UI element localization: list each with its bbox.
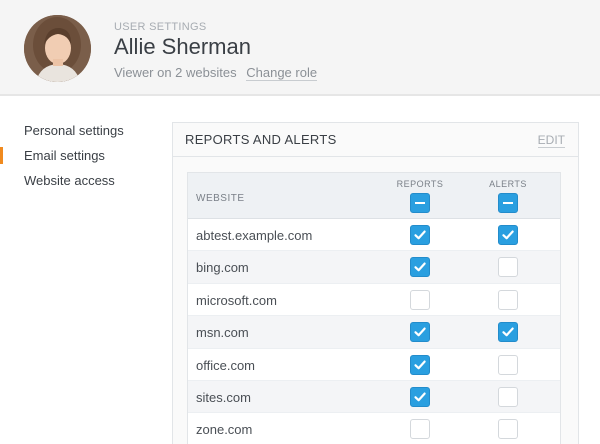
checkmark-icon — [414, 360, 426, 369]
table-row: zone.com — [188, 413, 560, 444]
website-name: sites.com — [196, 389, 251, 405]
alerts-checkbox[interactable] — [498, 289, 518, 310]
sidebar-item-website-access[interactable]: Website access — [0, 168, 160, 193]
table-row: microsoft.com — [188, 284, 560, 317]
reports-checkbox[interactable] — [410, 354, 430, 375]
alerts-checkbox[interactable] — [498, 322, 518, 343]
website-name: abtest.example.com — [196, 228, 313, 243]
user-name: Allie Sherman — [114, 34, 251, 59]
reports-checkbox[interactable] — [410, 322, 430, 343]
checkmark-icon — [502, 327, 514, 337]
website-name: microsoft.com — [196, 292, 277, 308]
table-row: bing.com — [188, 251, 560, 284]
alerts-checkbox[interactable] — [498, 354, 518, 375]
table-body: abtest.example.com bing.com microsoft.com m… — [188, 219, 560, 444]
change-role-link[interactable]: Change role — [246, 65, 318, 81]
website-name: office.com — [196, 357, 256, 373]
website-name: zone.com — [196, 422, 253, 438]
reports-checkbox[interactable] — [410, 225, 430, 245]
select-all-alerts-checkbox[interactable] — [498, 193, 518, 213]
alerts-checkbox[interactable] — [498, 419, 518, 440]
user-role-text: Viewer on 2 websites — [114, 65, 237, 80]
table-row: msn.com — [188, 316, 560, 349]
checkmark-icon — [414, 327, 426, 337]
reports-checkbox[interactable] — [410, 289, 430, 310]
avatar — [24, 15, 91, 82]
website-name: bing.com — [196, 260, 249, 276]
user-header: USER SETTINGS Allie Sherman Viewer on 2 … — [0, 0, 600, 96]
edit-button[interactable]: EDIT — [537, 133, 565, 148]
select-all-reports-checkbox[interactable] — [410, 193, 430, 213]
alerts-checkbox[interactable] — [498, 386, 518, 407]
column-header-reports: REPORTS — [396, 179, 444, 189]
user-settings-eyebrow: USER SETTINGS — [114, 21, 207, 33]
table-row: abtest.example.com — [188, 219, 560, 252]
checkmark-icon — [502, 230, 514, 240]
alerts-checkbox[interactable] — [498, 225, 518, 245]
avatar-photo-icon — [24, 15, 91, 82]
table-row: sites.com — [188, 380, 560, 414]
checkmark-icon — [414, 230, 426, 240]
sidebar-item-personal-settings[interactable]: Personal settings — [0, 118, 160, 143]
checkmark-icon — [414, 392, 426, 402]
reports-checkbox[interactable] — [410, 386, 430, 407]
sidebar-item-email-settings[interactable]: Email settings — [0, 143, 160, 168]
reports-checkbox[interactable] — [410, 419, 430, 440]
alerts-checkbox[interactable] — [498, 257, 518, 278]
indeterminate-icon[interactable] — [498, 193, 518, 213]
website-name: msn.com — [196, 325, 249, 341]
indeterminate-icon[interactable] — [410, 193, 430, 213]
reports-alerts-table: WEBSITE REPORTS ALERTS abtest.example.co… — [187, 172, 561, 444]
table-row: office.com — [188, 349, 560, 381]
column-header-alerts: ALERTS — [489, 179, 527, 189]
panel-title: REPORTS AND ALERTS — [185, 132, 337, 147]
table-header: WEBSITE REPORTS ALERTS — [188, 173, 560, 219]
column-header-website: WEBSITE — [196, 193, 245, 204]
user-role-line: Viewer on 2 websites Change role — [114, 65, 318, 81]
reports-checkbox[interactable] — [410, 257, 430, 278]
settings-sidebar: Personal settings Email settings Website… — [0, 118, 160, 193]
panel-header: REPORTS AND ALERTS EDIT — [173, 123, 578, 157]
reports-alerts-panel: REPORTS AND ALERTS EDIT WEBSITE REPORTS … — [172, 122, 579, 444]
checkmark-icon — [414, 262, 426, 272]
